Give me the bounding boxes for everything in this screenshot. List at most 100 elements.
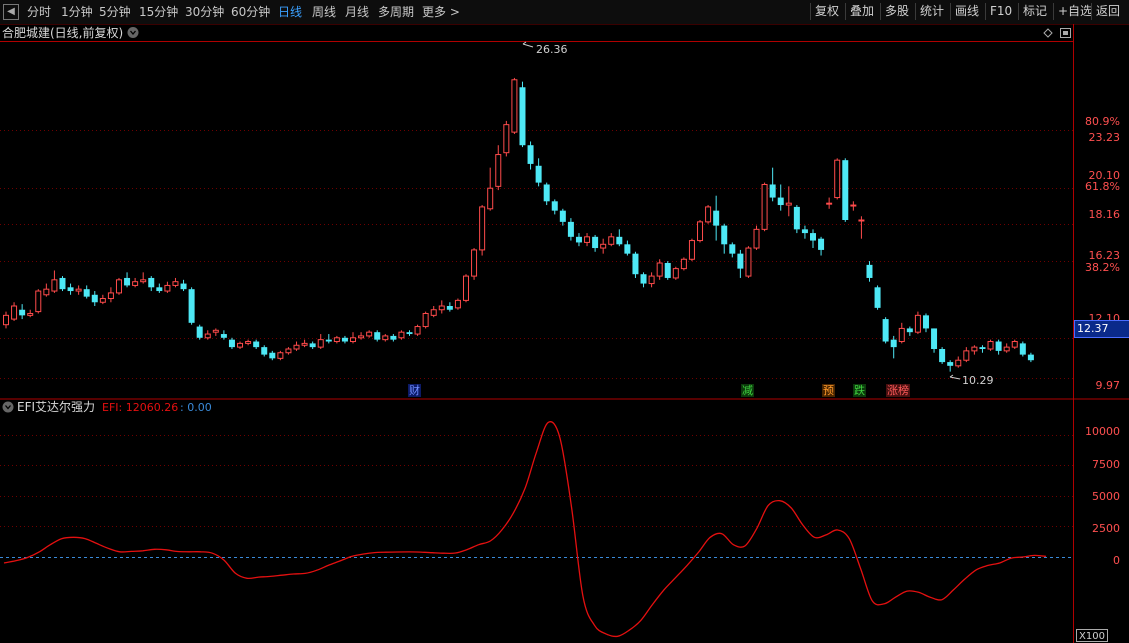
candle-body xyxy=(575,236,582,243)
candle-body xyxy=(761,183,768,230)
candle-body xyxy=(1019,343,1026,355)
candle xyxy=(446,302,453,312)
candle-body xyxy=(931,328,938,349)
candle xyxy=(971,345,978,355)
event-tag-reduce[interactable]: 减 xyxy=(741,384,754,397)
candle xyxy=(454,298,461,310)
candle xyxy=(253,339,260,349)
candle-body xyxy=(777,197,784,206)
chevron-down-circle-icon[interactable] xyxy=(2,401,14,413)
candle xyxy=(422,311,429,329)
candle-body xyxy=(51,279,58,292)
candle-body xyxy=(729,244,736,254)
candle xyxy=(850,201,857,211)
kline-chart[interactable]: 合肥城建(日线,前复权) 23.23 80.9% 20.10 61.8% 18.… xyxy=(0,0,1129,643)
candle xyxy=(1003,343,1010,353)
candle-body xyxy=(317,339,324,348)
low-price-label: 10.29 xyxy=(962,374,994,387)
candle xyxy=(1019,341,1026,357)
candle-body xyxy=(107,292,114,300)
candle-body xyxy=(1011,341,1018,348)
chevron-down-circle-icon[interactable] xyxy=(127,27,139,38)
candle xyxy=(245,339,252,346)
candle xyxy=(358,332,365,340)
candle-body xyxy=(818,238,825,250)
candle-body xyxy=(543,184,550,202)
candle xyxy=(914,311,921,335)
candle xyxy=(277,350,284,361)
candle xyxy=(810,229,816,249)
candle xyxy=(963,347,970,363)
candle-body xyxy=(164,284,171,292)
candle-body xyxy=(567,221,574,237)
candle-body xyxy=(140,279,147,283)
candle-body xyxy=(495,154,502,187)
candle xyxy=(713,195,720,241)
candle-body xyxy=(656,262,663,277)
candle xyxy=(325,334,332,344)
candle-body xyxy=(333,337,340,343)
candle xyxy=(83,285,90,299)
candle-body xyxy=(769,184,776,198)
candle-body xyxy=(834,159,841,199)
candle-body xyxy=(914,314,921,333)
candle xyxy=(777,184,784,211)
candle-body xyxy=(648,275,655,285)
candle-body xyxy=(737,253,744,269)
candle-body xyxy=(842,160,849,220)
candle-body xyxy=(3,314,9,326)
candle-body xyxy=(204,333,211,339)
candle xyxy=(99,294,106,305)
candle-body xyxy=(1027,354,1034,361)
candle-body xyxy=(446,306,453,310)
efi-line xyxy=(3,421,1047,638)
diamond-icon[interactable] xyxy=(1043,28,1053,38)
event-tag-drop[interactable]: 跌 xyxy=(853,384,866,397)
candle xyxy=(818,236,825,256)
candle xyxy=(479,205,486,256)
candle xyxy=(664,261,671,280)
price-axis-label: 23.23 xyxy=(1089,131,1121,144)
candle xyxy=(438,300,445,314)
candle-body xyxy=(253,341,260,348)
candle xyxy=(511,77,518,134)
square-icon[interactable] xyxy=(1060,28,1071,38)
candle xyxy=(551,199,558,215)
candle-body xyxy=(471,249,478,277)
candle xyxy=(164,281,171,293)
candle xyxy=(269,350,276,361)
candle xyxy=(487,167,494,211)
candle-body xyxy=(753,228,760,249)
candle-body xyxy=(11,305,18,320)
candle-body xyxy=(519,87,526,146)
candle xyxy=(906,326,913,336)
candle xyxy=(527,141,534,170)
candle-body xyxy=(220,334,227,338)
event-tag-forecast[interactable]: 预 xyxy=(822,384,835,397)
candle xyxy=(366,330,373,338)
candle xyxy=(430,306,437,318)
candle xyxy=(124,272,131,288)
candle-body xyxy=(228,339,235,348)
candle-body xyxy=(745,247,752,277)
candle xyxy=(688,238,695,262)
candle xyxy=(769,167,776,202)
candle-body xyxy=(898,327,905,343)
candle xyxy=(584,233,591,247)
candle xyxy=(567,218,574,241)
candle-body xyxy=(124,277,131,286)
low-marker: 10.29 xyxy=(949,374,994,387)
indicator-name: EFI艾达尔强力 xyxy=(17,399,95,414)
event-tag-finance[interactable]: 财 xyxy=(408,384,421,397)
candle xyxy=(132,277,139,288)
candle xyxy=(640,272,647,288)
candle xyxy=(285,347,292,355)
candle-body xyxy=(874,287,881,308)
event-tag-rank[interactable]: 涨榜 xyxy=(886,384,910,397)
price-axis-label: 80.9% xyxy=(1085,115,1120,128)
current-price-tag: 12.37 xyxy=(1074,320,1129,338)
candle-body xyxy=(527,145,534,164)
candle-body xyxy=(963,350,970,361)
candle-body xyxy=(535,165,542,183)
candle xyxy=(140,272,147,284)
